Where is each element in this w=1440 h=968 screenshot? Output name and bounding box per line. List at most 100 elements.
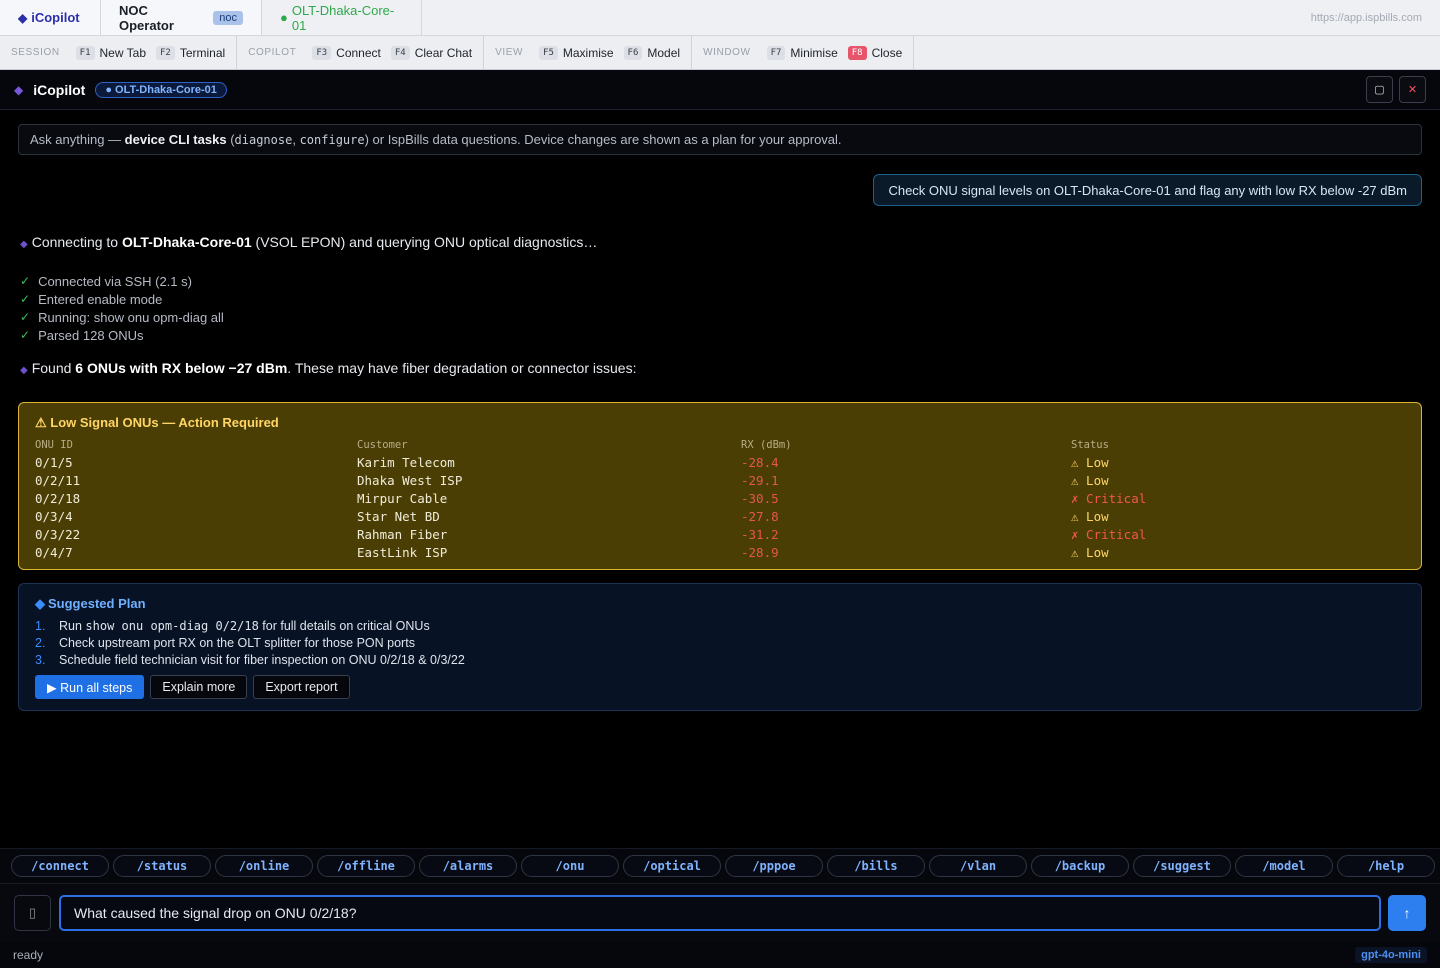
col-customer: Customer [357, 439, 408, 451]
olt-tab-label: OLT-Dhaka-Core-01 [291, 2, 395, 33]
table-row: 0/2/11 Dhaka West ISP -29.1 ⚠ Low [35, 471, 1271, 489]
customer: Mirpur Cable [357, 490, 448, 506]
text: Connecting to [31, 234, 122, 250]
diamond-icon: ◆ [20, 239, 28, 250]
info-code: diagnose [234, 132, 293, 147]
command-connect[interactable]: /connect [11, 855, 109, 877]
group-label: COPILOT [248, 47, 297, 58]
run-all-steps-button[interactable]: ▶ Run all steps [35, 675, 145, 699]
command-bills[interactable]: /bills [827, 855, 925, 877]
low-signal-panel: ⚠ Low Signal ONUs — Action Required ONU … [18, 402, 1422, 570]
fkey-new-tab[interactable]: F1 New Tab [75, 45, 146, 60]
step-text: Run [59, 618, 82, 633]
table-row: 0/1/5 Karim Telecom -28.4 ⚠ Low [35, 453, 1271, 471]
command-status[interactable]: /status [113, 855, 211, 877]
command-optical[interactable]: /optical [623, 855, 721, 877]
progress-steps: ✓ Connected via SSH (2.1 s) ✓ Entered enab… [20, 272, 224, 344]
panel-title: iCopilot [33, 81, 86, 98]
fkey-minimise[interactable]: F7 Minimise [766, 45, 838, 60]
group-label: WINDOW [703, 47, 751, 58]
info-bold: device CLI tasks [124, 132, 227, 147]
command-vlan[interactable]: /vlan [929, 855, 1027, 877]
command-offline[interactable]: /offline [317, 855, 415, 877]
diamond-icon: ◆ [14, 82, 24, 97]
onu-id: 0/3/22 [35, 526, 81, 542]
send-button[interactable]: ↑ [1388, 895, 1426, 931]
check-icon: ✓ [20, 292, 31, 306]
chat-input[interactable] [59, 895, 1381, 931]
command-backup[interactable]: /backup [1031, 855, 1129, 877]
onu-id: 0/2/11 [35, 472, 81, 488]
fkey-clear-chat[interactable]: F4 Clear Chat [390, 45, 473, 60]
text: Found [31, 360, 76, 376]
customer: Rahman Fiber [357, 526, 448, 542]
diamond-icon: ◆ [18, 10, 28, 25]
export-report-button[interactable]: Export report [253, 675, 350, 699]
fkey-terminal[interactable]: F2 Terminal [156, 45, 225, 60]
command-model[interactable]: /model [1235, 855, 1333, 877]
customer: EastLink ISP [357, 544, 448, 560]
step-text: for full details on critical ONUs [262, 618, 430, 633]
plan-title-row: ◆ Suggested Plan [35, 596, 1405, 612]
command-help[interactable]: /help [1337, 855, 1435, 877]
step-text: Check upstream port RX on the OLT splitt… [59, 635, 415, 650]
diamond-icon: ◆ [20, 365, 28, 376]
function-key-bar: SESSION F1 New Tab F2 Terminal COPILOT F3 C… [0, 35, 1440, 70]
tab-olt-device[interactable]: ● OLT-Dhaka-Core-01 [262, 0, 422, 35]
command-onu[interactable]: /onu [521, 855, 619, 877]
attach-button[interactable]: ▯ [14, 895, 51, 931]
maximise-button[interactable]: ▢ [1366, 76, 1393, 103]
check-icon: ✓ [20, 274, 31, 288]
key-badge: F7 [766, 45, 786, 60]
panel-window-buttons: ▢ ✕ [1366, 76, 1440, 103]
onu-id: 0/3/4 [35, 508, 73, 524]
suggested-plan-panel: ◆ Suggested Plan 1. Run show onu opm-diag… [18, 583, 1422, 711]
status-text: ready [13, 948, 44, 962]
status-badge: ⚠ Low [1071, 472, 1109, 488]
step-text: Running: show onu opm-diag all [38, 309, 224, 325]
key-badge: F2 [156, 45, 175, 60]
close-button[interactable]: ✕ [1399, 76, 1426, 103]
progress-step: ✓ Running: show onu opm-diag all [20, 308, 224, 326]
command-suggest[interactable]: /suggest [1133, 855, 1231, 877]
step-number: 2. [35, 635, 46, 650]
step-text: Entered enable mode [38, 291, 163, 307]
fkey-maximise[interactable]: F5 Maximise [539, 45, 614, 60]
info-code: configure [299, 132, 365, 147]
progress-step: ✓ Parsed 128 ONUs [20, 326, 224, 344]
app-url: https://app.ispbills.com [1310, 11, 1422, 24]
command-pppoe[interactable]: /pppoe [725, 855, 823, 877]
status-badge: ✗ Critical [1071, 490, 1147, 506]
table-header-row: ONU ID Customer RX (dBm) Status [35, 437, 1271, 453]
device-name: OLT-Dhaka-Core-01 [122, 234, 252, 250]
explain-more-button[interactable]: Explain more [150, 675, 248, 699]
col-status: Status [1071, 439, 1109, 451]
command-alarms[interactable]: /alarms [419, 855, 517, 877]
fkey-close[interactable]: F8 Close [847, 45, 902, 60]
key-badge: F5 [539, 45, 558, 60]
progress-step: ✓ Entered enable mode [20, 290, 224, 308]
key-badge: F6 [623, 45, 643, 60]
step-number: 3. [35, 652, 46, 667]
fgroup-copilot: COPILOT F3 Connect F4 Clear Chat [237, 35, 485, 70]
fkey-model[interactable]: F6 Model [623, 45, 680, 60]
table-row: 0/4/7 EastLink ISP -28.9 ⚠ Low [35, 543, 1271, 561]
rx-value: -27.8 [741, 508, 779, 524]
diamond-icon: ◆ [35, 596, 45, 611]
key-badge: F4 [390, 45, 410, 60]
tab-noc-operator[interactable]: NOC Operator noc [101, 0, 262, 35]
col-onu-id: ONU ID [35, 439, 73, 451]
tab-icopilot[interactable]: ◆ iCopilot [0, 0, 101, 35]
plan-step: 1. Run show onu opm-diag 0/2/18 for full… [35, 617, 1405, 634]
onu-id: 0/2/18 [35, 490, 81, 506]
fkey-label: New Tab [99, 45, 146, 60]
model-badge[interactable]: gpt-4o-mini [1355, 947, 1427, 963]
fkey-connect[interactable]: F3 Connect [312, 45, 381, 60]
command-online[interactable]: /online [215, 855, 313, 877]
assistant-connect-line: ◆ Connecting to OLT-Dhaka-Core-01 (VSOL E… [20, 234, 597, 250]
status-badge: ⚠ Low [1071, 454, 1109, 470]
customer: Karim Telecom [357, 454, 455, 470]
fkey-label: Clear Chat [414, 45, 473, 60]
found-count: 6 ONUs with RX below −27 dBm [75, 360, 288, 376]
check-icon: ✓ [20, 310, 31, 324]
